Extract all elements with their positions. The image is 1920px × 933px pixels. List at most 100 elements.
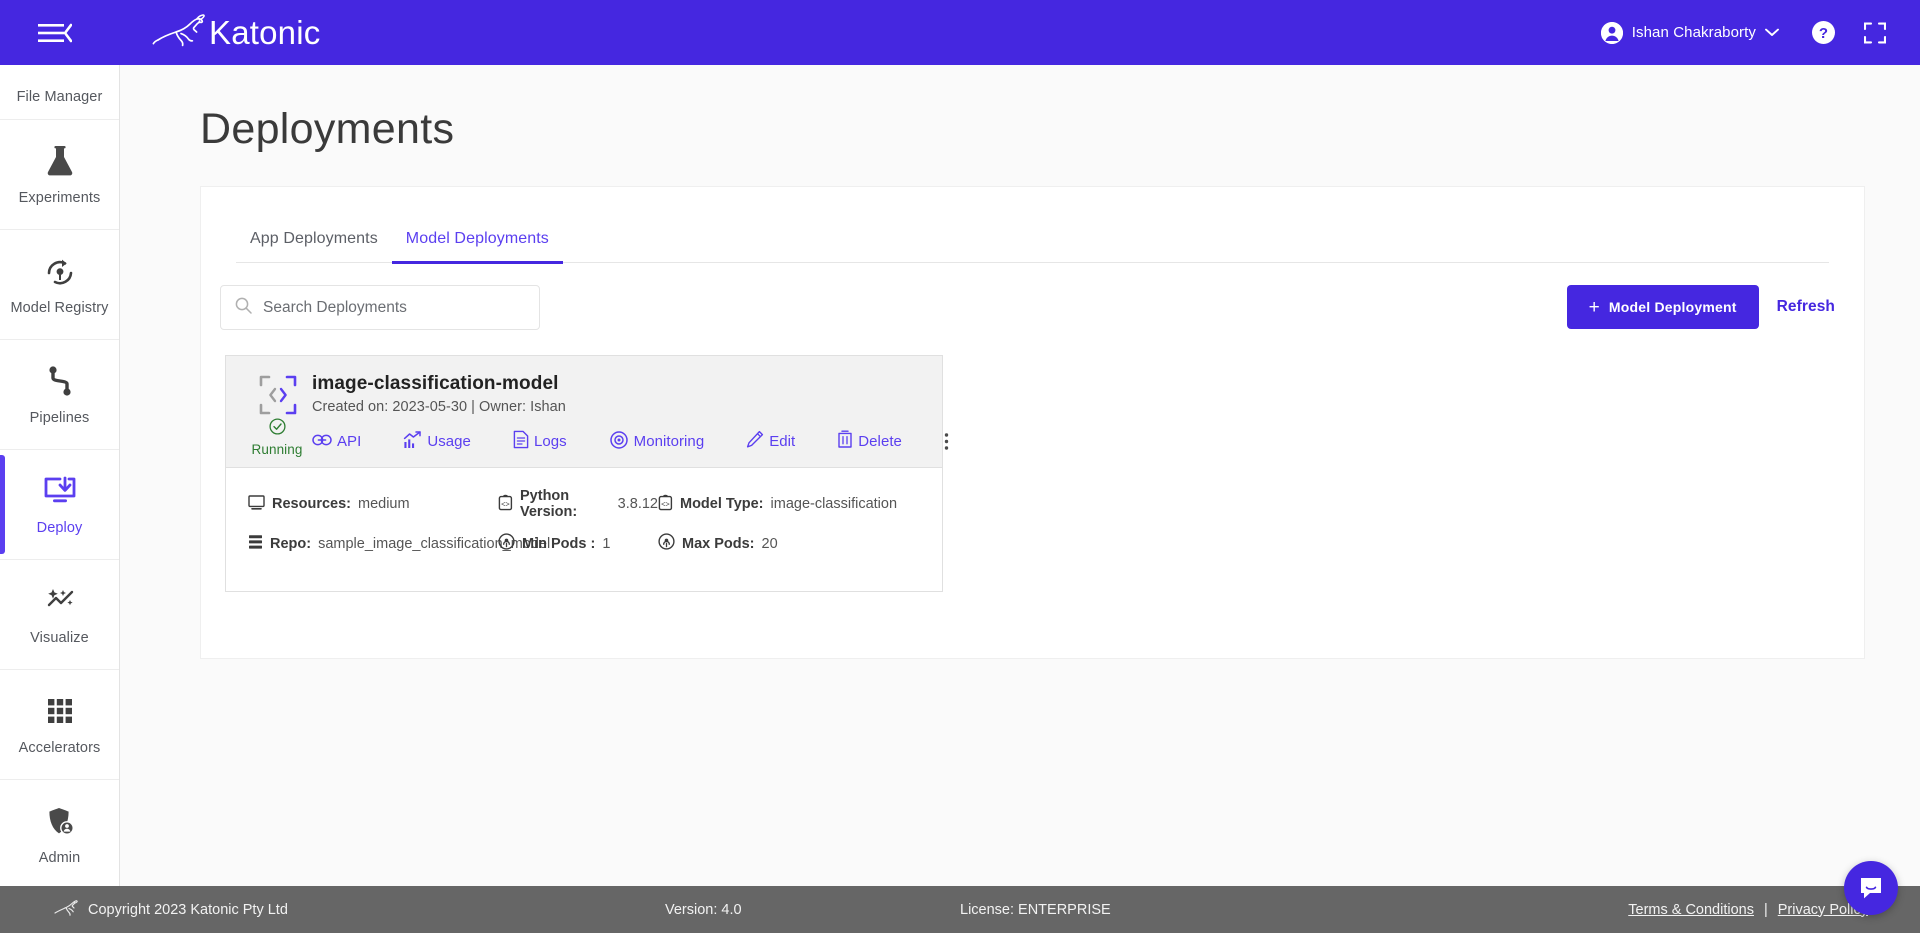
sidebar-item-label: Visualize	[30, 629, 89, 646]
deployment-meta-row-2: Repo: sample_image_classification_model …	[226, 533, 942, 554]
search-input[interactable]	[263, 298, 525, 317]
repo-meta: Repo: sample_image_classification_model	[248, 534, 550, 554]
status-badge: Running	[248, 418, 306, 457]
resources-meta: Resources: medium	[248, 494, 498, 514]
search-deployments-box[interactable]	[220, 285, 540, 330]
max-pods-label: Max Pods:	[682, 535, 755, 552]
sidebar-item-label: Admin	[38, 849, 81, 866]
footer-version: Version: 4.0	[665, 901, 742, 918]
deploy-icon	[43, 474, 77, 508]
sidebar-navigation: File Manager Experiments Model Registry	[0, 65, 120, 912]
sidebar-item-label: Accelerators	[18, 739, 101, 756]
pipelines-icon	[45, 364, 75, 398]
sidebar-item-file-manager[interactable]: File Manager	[0, 65, 119, 120]
monitoring-button[interactable]: Monitoring	[609, 430, 705, 453]
terms-and-conditions-link[interactable]: Terms & Conditions	[1628, 902, 1754, 918]
hamburger-menu-icon[interactable]	[38, 21, 102, 45]
pod-icon	[658, 533, 675, 554]
tab-app-deployments[interactable]: App Deployments	[236, 230, 392, 262]
delete-label: Delete	[858, 433, 902, 450]
tab-label: Model Deployments	[405, 230, 549, 247]
min-pods-label: Min Pods :	[522, 535, 596, 552]
min-pods-value: 1	[602, 535, 611, 552]
top-navigation-bar: Katonic Ishan Chakraborty ?	[0, 0, 1920, 65]
python-version-label: Python Version:	[520, 488, 578, 520]
pencil-icon	[746, 430, 764, 453]
chat-bubble-icon[interactable]	[1844, 861, 1898, 915]
edit-button[interactable]: Edit	[746, 430, 795, 453]
logs-label: Logs	[533, 433, 567, 450]
deployment-meta-row-1: Resources: medium <> Python Version: 3.8…	[226, 488, 942, 520]
status-check-icon	[268, 418, 286, 440]
kangaroo-logo-icon	[152, 13, 205, 46]
tab-label: App Deployments	[250, 230, 378, 247]
model-type-label: Model Type:	[680, 496, 764, 512]
model-type-value: image-classification	[770, 496, 898, 512]
python-version-value: 3.8.12	[617, 496, 658, 512]
sidebar-item-deploy[interactable]: Deploy	[0, 450, 119, 560]
tab-model-deployments[interactable]: Model Deployments	[391, 230, 564, 264]
sidebar-item-experiments[interactable]: Experiments	[0, 120, 119, 230]
sidebar-item-pipelines[interactable]: Pipelines	[0, 340, 119, 450]
deployment-action-bar: API Usage Logs Monitoring Edit Delete	[312, 430, 949, 453]
logs-button[interactable]: Logs	[513, 430, 567, 453]
user-menu[interactable]: Ishan Chakraborty	[1600, 21, 1779, 44]
resources-label: Resources:	[272, 496, 351, 512]
kebab-menu-icon[interactable]	[944, 432, 949, 451]
status-label: Running	[251, 442, 303, 457]
usage-button[interactable]: Usage	[403, 430, 471, 453]
sidebar-item-label: File Manager	[16, 89, 103, 105]
link-icon	[312, 432, 332, 452]
deployment-actions: + Model Deployment Refresh	[1566, 285, 1835, 329]
grid-icon	[46, 694, 74, 728]
sidebar-item-label: Experiments	[18, 189, 101, 206]
footer-link-separator: |	[1763, 901, 1768, 918]
help-circle-icon[interactable]: ?	[1811, 20, 1836, 45]
footer-links: Terms & Conditions | Privacy Policy	[1628, 902, 1868, 918]
svg-text:<>: <>	[501, 499, 510, 508]
code-badge-icon: <>	[658, 494, 673, 515]
sidebar-item-visualize[interactable]: Visualize	[0, 560, 119, 670]
code-badge-icon: <>	[498, 494, 513, 515]
deployment-card-body: Resources: medium <> Python Version: 3.8…	[226, 468, 942, 591]
python-version-meta: <> Python Version: 3.8.12	[498, 488, 658, 520]
api-label: API	[337, 433, 362, 450]
brand-name: Katonic	[209, 13, 321, 51]
monitor-icon	[248, 494, 265, 514]
sidebar-item-label: Model Registry	[10, 299, 109, 316]
min-pods-meta: Min Pods : 1	[498, 533, 658, 554]
add-model-deployment-button[interactable]: + Model Deployment	[1566, 285, 1759, 329]
edit-label: Edit	[769, 433, 796, 450]
api-button[interactable]: API	[312, 432, 361, 452]
refresh-button[interactable]: Refresh	[1777, 298, 1835, 316]
footer-license: License: ENTERPRISE	[960, 901, 1111, 918]
main-content-area: Deployments App Deployments Model Deploy…	[120, 65, 1920, 912]
eye-icon	[609, 430, 629, 453]
plus-icon: +	[1588, 296, 1600, 318]
delete-button[interactable]: Delete	[837, 430, 902, 453]
model-registry-icon	[44, 254, 76, 288]
model-type-meta: <> Model Type: image-classification	[658, 494, 897, 515]
avatar	[1600, 21, 1623, 44]
sidebar-item-accelerators[interactable]: Accelerators	[0, 670, 119, 780]
katonic-logo[interactable]: Katonic	[150, 14, 320, 52]
sidebar-item-admin[interactable]: Admin	[0, 780, 119, 890]
deployment-meta-subtitle: Created on: 2023-05-30 | Owner: Ishan	[312, 399, 566, 415]
deployment-tabs: App Deployments Model Deployments	[236, 230, 1829, 264]
search-icon	[235, 297, 252, 319]
max-pods-value: 20	[761, 535, 778, 552]
deployment-name: image-classification-model	[312, 373, 559, 394]
pod-icon	[498, 533, 515, 554]
usage-label: Usage	[427, 433, 471, 450]
chart-bar-icon	[403, 430, 422, 453]
add-model-deployment-label: Model Deployment	[1608, 299, 1737, 315]
sidebar-item-model-registry[interactable]: Model Registry	[0, 230, 119, 340]
sidebar-item-label: Deploy	[36, 519, 83, 536]
server-stack-icon	[248, 534, 263, 554]
admin-user-icon	[45, 804, 75, 838]
footer-copyright: Copyright 2023 Katonic Pty Ltd	[52, 898, 288, 922]
deployment-card-header: Running image-classification-model Creat…	[226, 356, 949, 468]
resources-value: medium	[357, 496, 410, 512]
fullscreen-icon[interactable]	[1864, 22, 1886, 44]
svg-text:<>: <>	[661, 499, 670, 508]
